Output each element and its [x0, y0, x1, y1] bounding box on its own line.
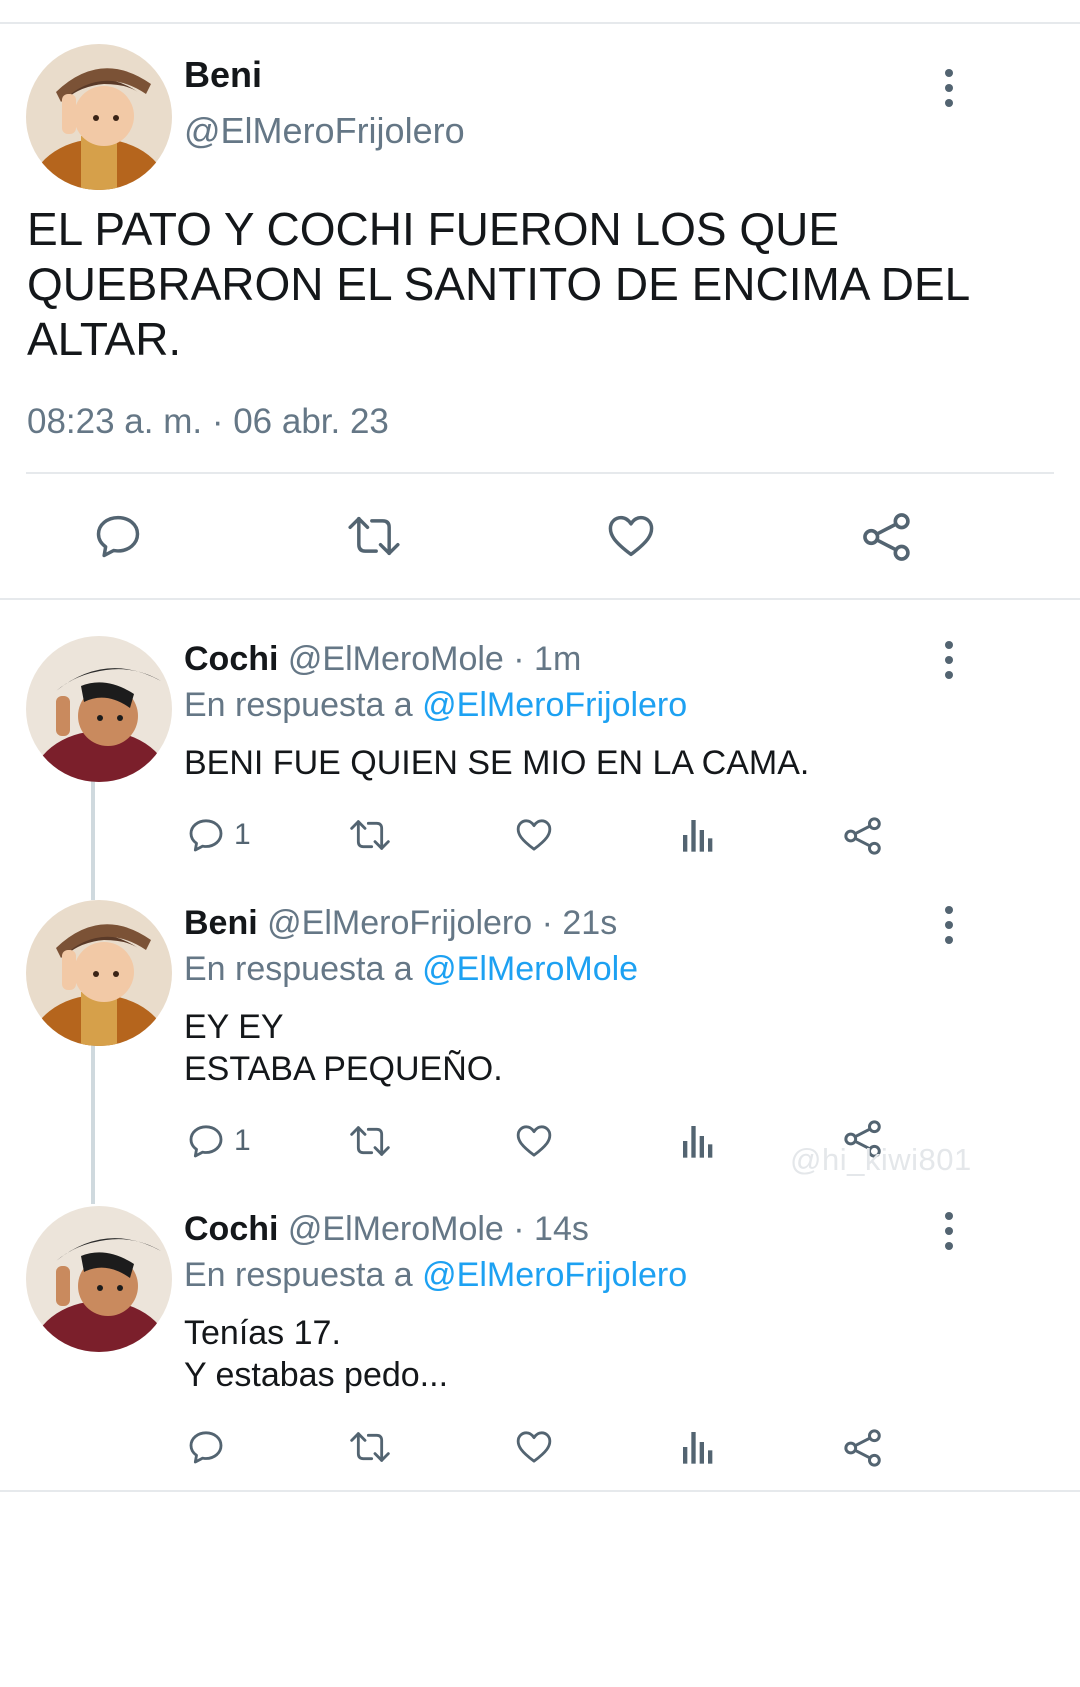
reply-retweet-button[interactable] — [347, 1427, 393, 1467]
reply-header: Cochi @ElMeroMole · 14s — [184, 1210, 589, 1249]
retweet-icon — [350, 1432, 390, 1462]
main-tweet-text: EL PATO Y COCHI FUERON LOS QUE QUEBRARON… — [27, 202, 970, 367]
retweet-icon — [350, 820, 390, 850]
analytics-icon — [683, 1432, 713, 1464]
reply-time: · 21s — [541, 904, 618, 942]
reply-header: Cochi @ElMeroMole · 1m — [184, 640, 581, 679]
reply-share-button[interactable] — [842, 815, 884, 857]
main-share-button[interactable] — [860, 510, 914, 564]
reply-analytics-button[interactable] — [680, 815, 716, 855]
reply-analytics-button[interactable] — [680, 1121, 716, 1161]
section-divider — [0, 598, 1080, 600]
reply-display-name[interactable]: Beni — [184, 904, 258, 942]
top-divider — [0, 22, 1080, 24]
share-icon — [844, 1429, 881, 1467]
avatar-cochi[interactable] — [26, 1206, 172, 1352]
reply-like-button[interactable] — [513, 1427, 555, 1467]
main-tweet-line: QUEBRARON EL SANTITO DE ENCIMA DEL — [27, 258, 971, 310]
share-icon — [863, 513, 910, 561]
reply-text-line: Tenías 17. — [184, 1314, 341, 1352]
reply-text-line: Y estabas pedo... — [184, 1356, 449, 1394]
reply-prefix: En respuesta a — [184, 950, 413, 988]
avatar-cochi[interactable] — [26, 636, 172, 782]
reply-handle[interactable]: @ElMeroFrijolero — [267, 904, 532, 942]
more-options-icon[interactable] — [940, 640, 958, 680]
thread-line — [91, 1036, 95, 1204]
like-icon — [516, 1431, 552, 1463]
reply-text: Tenías 17. Y estabas pedo... — [184, 1312, 448, 1396]
bottom-divider — [0, 1490, 1080, 1492]
main-retweet-button[interactable] — [345, 510, 403, 562]
watermark: @hi_kiwi801 — [790, 1142, 972, 1177]
main-timestamp[interactable]: 08:23 a. m. · 06 abr. 23 — [27, 402, 389, 442]
avatar-beni[interactable] — [26, 44, 172, 190]
thread-line — [91, 772, 95, 900]
reply-time: · 14s — [513, 1210, 589, 1248]
reply-retweet-button[interactable] — [347, 1121, 393, 1161]
reply-like-button[interactable] — [513, 815, 555, 855]
reply-to-link[interactable]: @ElMeroMole — [422, 950, 638, 988]
reply-handle[interactable]: @ElMeroMole — [288, 640, 504, 678]
reply-to-link[interactable]: @ElMeroFrijolero — [422, 1256, 687, 1294]
avatar-beni[interactable] — [26, 900, 172, 1046]
main-display-name[interactable]: Beni — [184, 54, 262, 96]
reply-reply-button[interactable] — [186, 1427, 234, 1467]
reply-icon — [189, 1125, 223, 1158]
reply-context: En respuesta a @ElMeroMole — [184, 950, 638, 989]
timestamp-divider — [26, 472, 1054, 474]
main-tweet-line: EL PATO Y COCHI FUERON LOS QUE — [27, 203, 840, 255]
reply-like-button[interactable] — [513, 1121, 555, 1161]
reply-analytics-button[interactable] — [680, 1427, 716, 1467]
more-options-icon[interactable] — [940, 68, 958, 108]
reply-count: 1 — [234, 1124, 251, 1157]
more-options-icon[interactable] — [940, 905, 958, 945]
reply-display-name[interactable]: Cochi — [184, 640, 278, 678]
share-icon — [844, 817, 881, 855]
retweet-icon — [348, 516, 400, 556]
reply-share-button[interactable] — [842, 1427, 884, 1469]
reply-text: EY EY ESTABA PEQUEÑO. — [184, 1006, 503, 1090]
analytics-icon — [683, 1126, 713, 1158]
reply-prefix: En respuesta a — [184, 1256, 413, 1294]
retweet-icon — [350, 1126, 390, 1156]
reply-icon — [96, 515, 140, 558]
reply-text-line: EY EY — [184, 1008, 284, 1046]
like-icon — [608, 515, 654, 557]
reply-icon — [189, 819, 223, 852]
reply-prefix: En respuesta a — [184, 686, 413, 724]
main-tweet-line: ALTAR. — [27, 313, 182, 365]
like-icon — [516, 819, 552, 851]
reply-header: Beni @ElMeroFrijolero · 21s — [184, 904, 617, 943]
reply-count: 1 — [234, 818, 251, 851]
main-like-button[interactable] — [604, 510, 658, 562]
more-options-icon[interactable] — [940, 1211, 958, 1251]
like-icon — [516, 1125, 552, 1157]
reply-text-line: BENI FUE QUIEN SE MIO EN LA CAMA. — [184, 744, 810, 782]
reply-context: En respuesta a @ElMeroFrijolero — [184, 686, 687, 725]
reply-retweet-button[interactable] — [347, 815, 393, 855]
analytics-icon — [683, 820, 713, 852]
main-reply-button[interactable] — [92, 510, 144, 562]
reply-text-line: ESTABA PEQUEÑO. — [184, 1050, 503, 1088]
reply-handle[interactable]: @ElMeroMole — [288, 1210, 504, 1248]
reply-reply-button[interactable]: 1 — [186, 815, 251, 855]
reply-time: · 1m — [513, 640, 582, 678]
main-handle[interactable]: @ElMeroFrijolero — [184, 110, 465, 152]
reply-context: En respuesta a @ElMeroFrijolero — [184, 1256, 687, 1295]
reply-reply-button[interactable]: 1 — [186, 1121, 251, 1161]
reply-to-link[interactable]: @ElMeroFrijolero — [422, 686, 687, 724]
reply-display-name[interactable]: Cochi — [184, 1210, 278, 1248]
reply-icon — [189, 1431, 223, 1464]
reply-text: BENI FUE QUIEN SE MIO EN LA CAMA. — [184, 742, 809, 784]
